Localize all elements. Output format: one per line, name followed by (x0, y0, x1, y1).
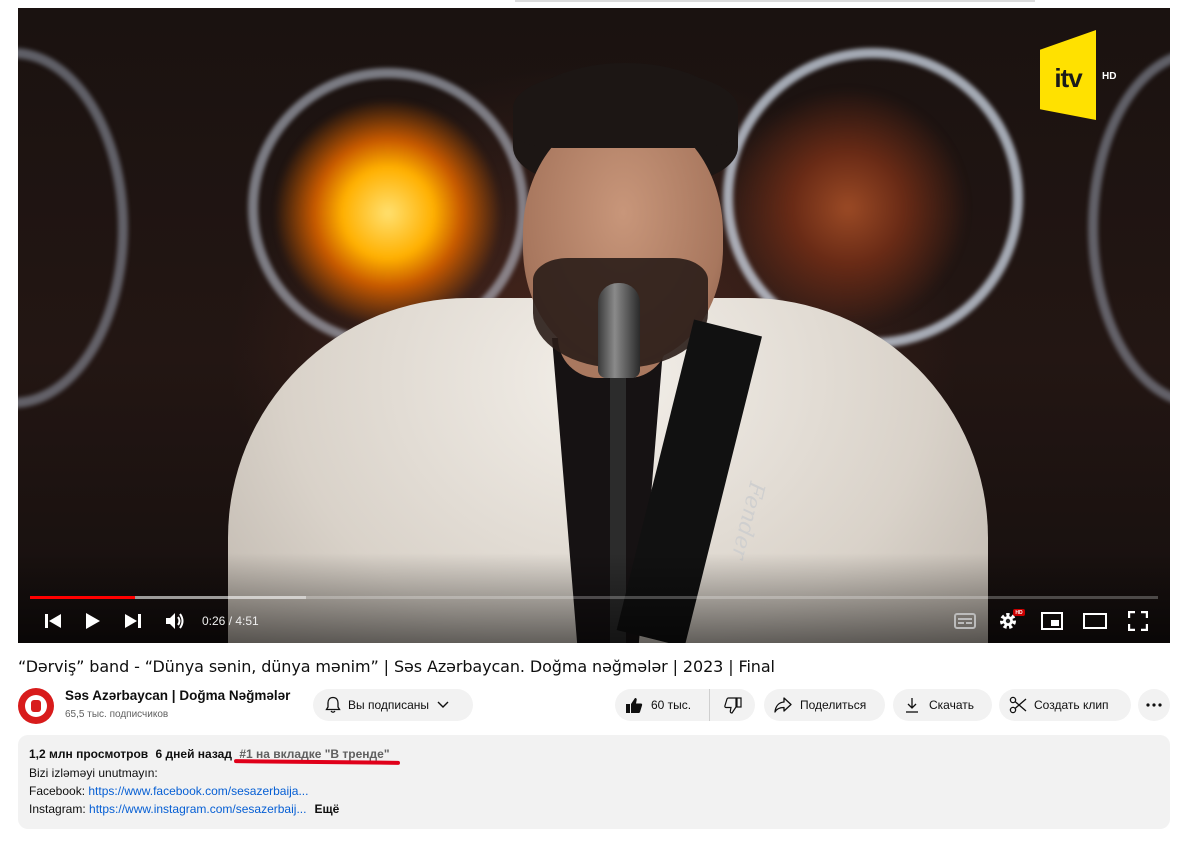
performer-hair-front (513, 68, 738, 148)
description-meta: 1,2 млн просмотров 6 дней назад #1 на вк… (29, 747, 394, 761)
volume-button[interactable] (162, 609, 188, 633)
subscribed-button[interactable]: Вы подписаны (313, 689, 473, 721)
progress-bar[interactable] (30, 596, 1158, 599)
like-count: 60 тыс. (651, 698, 692, 712)
upload-date: 6 дней назад (155, 747, 232, 761)
video-frame: Fender (18, 8, 1170, 643)
description-box[interactable]: 1,2 млн просмотров 6 дней назад #1 на вк… (18, 735, 1170, 829)
avatar-emblem (25, 695, 47, 717)
chevron-down-icon (437, 701, 449, 708)
description-line: Bizi izləməyi unutmayın: (29, 766, 158, 780)
subtitles-icon (954, 613, 976, 629)
download-icon (906, 698, 918, 713)
microphone (598, 283, 640, 378)
fullscreen-icon (1128, 611, 1148, 631)
play-icon (86, 613, 100, 629)
hd-badge: HD (1013, 609, 1025, 616)
time-display: 0:26 / 4:51 (202, 614, 259, 628)
stage-light-ring (18, 48, 128, 408)
subscribed-label: Вы подписаны (348, 698, 429, 712)
like-dislike-group: 60 тыс. (615, 689, 755, 721)
next-icon (125, 614, 141, 628)
bell-icon (325, 696, 341, 713)
facebook-link[interactable]: https://www.facebook.com/sesazerbaija... (88, 784, 308, 798)
annotation-underline (233, 759, 401, 765)
create-clip-label: Создать клип (1034, 698, 1109, 712)
scissors-icon (1009, 696, 1027, 714)
share-button[interactable]: Поделиться (764, 689, 885, 721)
previous-button[interactable] (40, 609, 66, 633)
like-button[interactable]: 60 тыс. (615, 689, 710, 721)
share-icon (774, 697, 792, 713)
thumbs-up-icon (626, 697, 643, 713)
description-facebook: Facebook: https://www.facebook.com/sesaz… (29, 784, 308, 798)
instagram-label: Instagram: (29, 802, 90, 816)
avatar-mark (31, 700, 41, 712)
subtitles-button[interactable] (952, 609, 978, 633)
miniplayer-button[interactable] (1039, 609, 1065, 633)
download-label: Скачать (929, 698, 974, 712)
view-count: 1,2 млн просмотров (29, 747, 149, 761)
play-button[interactable] (80, 609, 106, 633)
video-title: “Dərviş” band - “Dünya sənin, dünya məni… (18, 657, 775, 676)
description-instagram: Instagram: https://www.instagram.com/ses… (29, 802, 339, 816)
avatar[interactable] (18, 688, 54, 724)
share-label: Поделиться (800, 698, 867, 712)
instagram-link[interactable]: https://www.instagram.com/sesazerbaij... (89, 802, 306, 816)
theater-mode-button[interactable] (1082, 609, 1108, 633)
time-current: 0:26 (202, 614, 226, 628)
show-more-link[interactable]: Ещё (314, 802, 339, 816)
progress-played (30, 596, 135, 599)
download-button[interactable]: Скачать (893, 689, 992, 721)
thumbs-down-icon (723, 696, 742, 714)
miniplayer-icon (1041, 612, 1063, 630)
top-divider (515, 0, 1035, 2)
more-actions-button[interactable] (1138, 689, 1170, 721)
subscriber-count: 65,5 тыс. подписчиков (65, 709, 169, 720)
logo-text: itv (1054, 62, 1082, 93)
create-clip-button[interactable]: Создать клип (999, 689, 1131, 721)
video-player[interactable]: Fender itv HD 0:26 / 4:51 HD (18, 8, 1170, 643)
next-button[interactable] (120, 609, 146, 633)
facebook-label: Facebook: (29, 784, 89, 798)
more-horizontal-icon (1146, 703, 1162, 707)
time-total: 4:51 (235, 614, 259, 628)
time-separator: / (225, 614, 236, 628)
theater-mode-icon (1083, 613, 1107, 629)
logo-hd-label: HD (1102, 71, 1117, 82)
dislike-button[interactable] (710, 696, 755, 714)
previous-icon (45, 614, 61, 628)
volume-icon (166, 613, 184, 629)
stage-light-ring (1088, 48, 1170, 408)
fullscreen-button[interactable] (1125, 609, 1151, 633)
channel-name[interactable]: Səs Azərbaycan | Doğma Nəğmələr (65, 688, 290, 703)
